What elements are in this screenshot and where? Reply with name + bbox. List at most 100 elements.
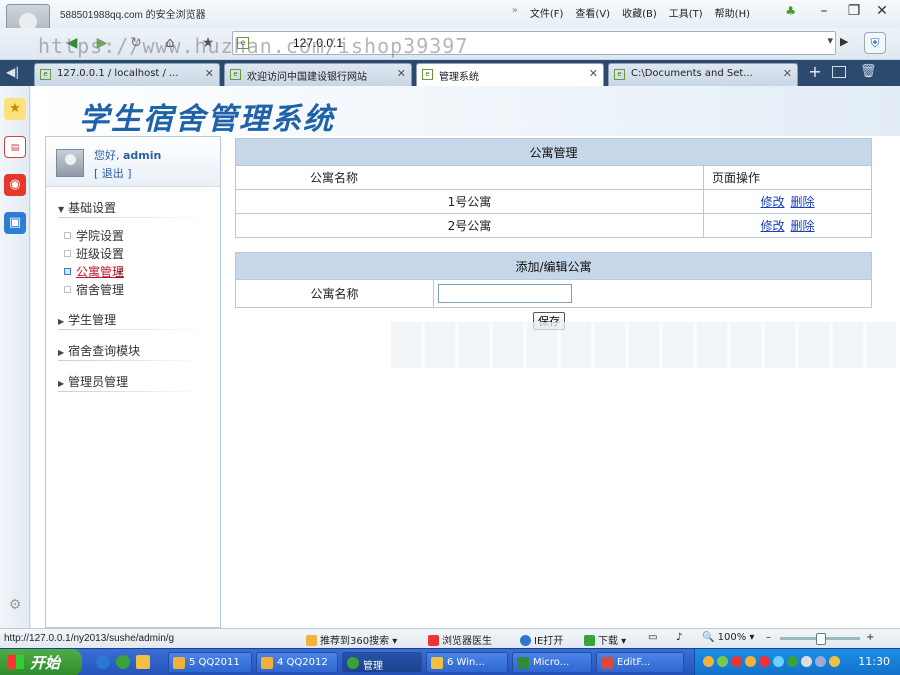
menu-section-query[interactable]: ▶ 宿舍查询模块	[58, 342, 140, 359]
sidebar-item-college[interactable]: 学院设置	[64, 227, 124, 244]
menu-favorites[interactable]: 收藏(B)	[622, 5, 657, 20]
main-content: 公寓管理 公寓名称 页面操作 1号公寓 修改 删除 2号公寓 修改 删除 添加/…	[235, 138, 872, 330]
apartment-table: 公寓管理 公寓名称 页面操作 1号公寓 修改 删除 2号公寓 修改 删除	[235, 138, 872, 238]
clover-icon[interactable]: ♣	[785, 4, 796, 18]
ie-quicklaunch-icon[interactable]	[96, 655, 110, 669]
menu-view[interactable]: 查看(V)	[575, 5, 610, 20]
menu-tools[interactable]: 工具(T)	[669, 5, 703, 20]
tray-qq-icon[interactable]	[703, 656, 714, 667]
greeting: 您好, admin	[94, 147, 161, 163]
tray-qq-icon[interactable]	[745, 656, 756, 667]
tab-close-icon[interactable]: ✕	[397, 67, 406, 80]
page-favicon-icon: e	[237, 37, 249, 49]
status-zoom[interactable]: 🔍 100% ▾	[702, 632, 754, 643]
menu-section-admin[interactable]: ▶ 管理员管理	[58, 373, 128, 390]
start-button[interactable]: 开始	[0, 649, 82, 675]
gear-icon[interactable]: ⚙	[4, 594, 26, 616]
go-arrow-icon[interactable]: ▶	[840, 35, 848, 48]
zoom-out-icon[interactable]: –	[766, 632, 771, 643]
menu-overflow-icon[interactable]: »	[512, 5, 518, 20]
apartment-name: 2号公寓	[235, 213, 704, 238]
tray-red-icon[interactable]	[731, 656, 742, 667]
folder-quicklaunch-icon[interactable]	[136, 655, 150, 669]
taskbar-item-editplus[interactable]: EditF...	[596, 652, 684, 673]
maximize-button[interactable]: ❐	[840, 2, 868, 22]
back-arrow-icon[interactable]: ◀	[60, 32, 84, 54]
address-bar[interactable]: e 127.0.0.1 ▾	[232, 31, 836, 55]
taskbar-item-windows[interactable]: 6 Win...	[426, 652, 508, 673]
favorites-star-icon[interactable]: ★	[4, 98, 26, 120]
tray-volume-icon[interactable]	[801, 656, 812, 667]
tray-ime-icon[interactable]	[815, 656, 826, 667]
status-ie-open[interactable]: IE打开	[520, 632, 563, 647]
close-button[interactable]: ✕	[868, 2, 896, 22]
download-icon	[584, 635, 595, 646]
tab-label: 127.0.0.1 / localhost / ...	[57, 68, 179, 79]
speaker-icon[interactable]: ♪	[676, 632, 682, 643]
taskbar-item-admin[interactable]: 管理	[342, 652, 422, 673]
edit-link[interactable]: 修改	[760, 219, 784, 233]
taskbar-item-excel[interactable]: Micro...	[512, 652, 592, 673]
tab-favicon-icon: e	[422, 69, 433, 80]
tray-360-icon[interactable]	[787, 656, 798, 667]
taskbar-item-qq2012[interactable]: 4 QQ2012	[256, 652, 338, 673]
tab-documents[interactable]: e C:\Documents and Set... ✕	[608, 63, 798, 86]
address-url[interactable]: 127.0.0.1	[293, 36, 343, 50]
app-icon[interactable]: ▣	[4, 212, 26, 234]
apartment-form: 添加/编辑公寓 公寓名称	[235, 252, 872, 308]
tab-bar: ◀| e 127.0.0.1 / localhost / ... ✕ e 欢迎访…	[0, 60, 900, 86]
forward-arrow-icon[interactable]: ▶	[90, 32, 114, 54]
status-download[interactable]: 下载 ▾	[584, 632, 626, 647]
tab-label: 管理系统	[439, 72, 479, 83]
status-recommend[interactable]: 推荐到360搜索 ▾	[306, 632, 397, 647]
divider	[58, 360, 208, 361]
delete-link[interactable]: 删除	[791, 219, 815, 233]
new-tab-icon[interactable]: +	[806, 64, 824, 82]
delete-link[interactable]: 删除	[791, 195, 815, 209]
refresh-icon[interactable]: ↻	[124, 32, 148, 54]
caret-down-icon: ▼	[58, 205, 65, 214]
weibo-icon[interactable]: ◉	[4, 174, 26, 196]
minimize-button[interactable]: –	[810, 2, 838, 22]
browser-icon	[347, 657, 359, 669]
zoom-slider[interactable]	[780, 633, 860, 645]
sidebar-item-dorm[interactable]: 宿舍管理	[64, 281, 124, 298]
taskbar-item-qq2011[interactable]: 5 QQ2011	[168, 652, 252, 673]
tray-network-icon[interactable]	[773, 656, 784, 667]
status-doctor[interactable]: 浏览器医生	[428, 632, 492, 647]
browser-quicklaunch-icon[interactable]	[116, 655, 130, 669]
tab-close-icon[interactable]: ✕	[783, 67, 792, 80]
tab-label: 欢迎访问中国建设银行网站	[247, 72, 367, 83]
zoom-in-icon[interactable]: +	[866, 632, 874, 643]
user-box: 您好, admin [ 退出 ]	[46, 137, 220, 187]
menu-help[interactable]: 帮助(H)	[715, 5, 750, 20]
shield-icon[interactable]: ⛨	[864, 32, 886, 54]
menu-section-student[interactable]: ▶ 学生管理	[58, 311, 116, 328]
tab-close-icon[interactable]: ✕	[205, 67, 214, 80]
tab-ccb[interactable]: e 欢迎访问中国建设银行网站 ✕	[224, 63, 412, 86]
window-list-icon[interactable]	[832, 66, 846, 78]
system-tray: 11:30	[694, 649, 900, 675]
col-header-ops: 页面操作	[703, 165, 872, 190]
browser-titlebar: 588501988qq.com 的安全浏览器 » 文件(F) 查看(V) 收藏(…	[0, 0, 900, 28]
tray-clock[interactable]: 11:30	[858, 655, 890, 668]
apartment-name-input[interactable]	[438, 284, 572, 303]
chevron-down-icon[interactable]: ▾	[827, 34, 833, 47]
tab-close-icon[interactable]: ✕	[589, 67, 598, 80]
sidebar-item-class[interactable]: 班级设置	[64, 245, 124, 262]
tab-admin-system[interactable]: e 管理系统 ✕	[416, 63, 604, 86]
menu-file[interactable]: 文件(F)	[530, 5, 564, 20]
tray-red-icon[interactable]	[759, 656, 770, 667]
logout-link[interactable]: [ 退出 ]	[94, 165, 132, 181]
trash-icon[interactable]: 🗑	[860, 64, 877, 79]
home-icon[interactable]: ⌂	[158, 32, 182, 54]
menu-section-basic[interactable]: ▼ 基础设置	[58, 199, 116, 216]
tray-shield-icon[interactable]	[829, 656, 840, 667]
tray-green-icon[interactable]	[717, 656, 728, 667]
edit-link[interactable]: 修改	[760, 195, 784, 209]
sidebar-toggle-icon[interactable]: ◀|	[6, 65, 19, 79]
star-icon[interactable]: ★	[196, 32, 220, 54]
screen-icon[interactable]: ▭	[648, 632, 657, 643]
news-icon[interactable]: ▤	[4, 136, 26, 158]
tab-localhost[interactable]: e 127.0.0.1 / localhost / ... ✕	[34, 63, 220, 86]
